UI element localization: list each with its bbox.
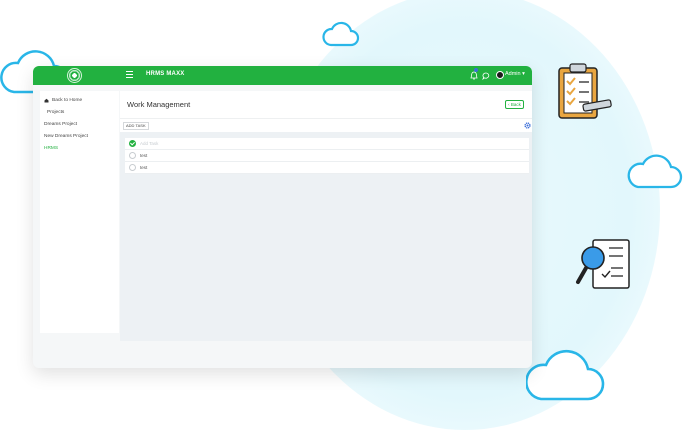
cloud-icon [526, 345, 606, 403]
chat-icon[interactable] [482, 72, 490, 80]
main-content: Work Management ‹ Back ADD TASK Add Task… [120, 91, 532, 341]
gear-icon[interactable] [524, 122, 531, 129]
check-circle-icon[interactable] [129, 140, 136, 147]
bell-icon[interactable] [470, 71, 478, 80]
task-label: test [140, 165, 148, 170]
task-row[interactable]: Add Task [125, 138, 529, 150]
task-label: test [140, 153, 148, 158]
home-icon [44, 98, 49, 103]
user-menu[interactable]: Admin ▾ [505, 71, 525, 77]
page-title: Work Management [127, 100, 191, 109]
hamburger-icon[interactable] [126, 71, 133, 78]
cloud-icon [322, 20, 360, 48]
sidebar-item-dreams-project[interactable]: Dreams Project [44, 122, 77, 127]
task-row[interactable]: test [125, 150, 529, 162]
avatar[interactable] [496, 71, 504, 79]
top-bar: HRMS MAXX Admin ▾ [33, 66, 532, 85]
sidebar-item-projects[interactable]: Projects [47, 110, 64, 115]
page-header: Work Management ‹ Back [120, 91, 532, 118]
task-panel: Add Task test test [120, 132, 532, 341]
check-circle-icon[interactable] [129, 164, 136, 171]
clipboard-checklist-icon [553, 62, 615, 124]
cloud-icon [627, 150, 683, 190]
sidebar: Back to Home Projects Dreams Project New… [40, 91, 119, 333]
check-circle-icon[interactable] [129, 152, 136, 159]
task-row[interactable]: test [125, 162, 529, 174]
document-search-icon [575, 238, 635, 294]
add-task-button[interactable]: ADD TASK [123, 122, 149, 130]
logo[interactable] [67, 68, 82, 83]
app-window: HRMS MAXX Admin ▾ Back to Home Projects … [33, 66, 532, 368]
sidebar-item-new-dreams-project[interactable]: New Dreams Project [44, 134, 88, 139]
brand-name: HRMS MAXX [146, 71, 185, 77]
sidebar-item-back-home[interactable]: Back to Home [52, 98, 82, 103]
sidebar-item-hrms[interactable]: HRMS [44, 146, 58, 151]
task-label: Add Task [140, 141, 159, 146]
notification-badge [474, 68, 478, 72]
back-button[interactable]: ‹ Back [505, 100, 524, 109]
task-toolbar: ADD TASK [120, 118, 532, 133]
